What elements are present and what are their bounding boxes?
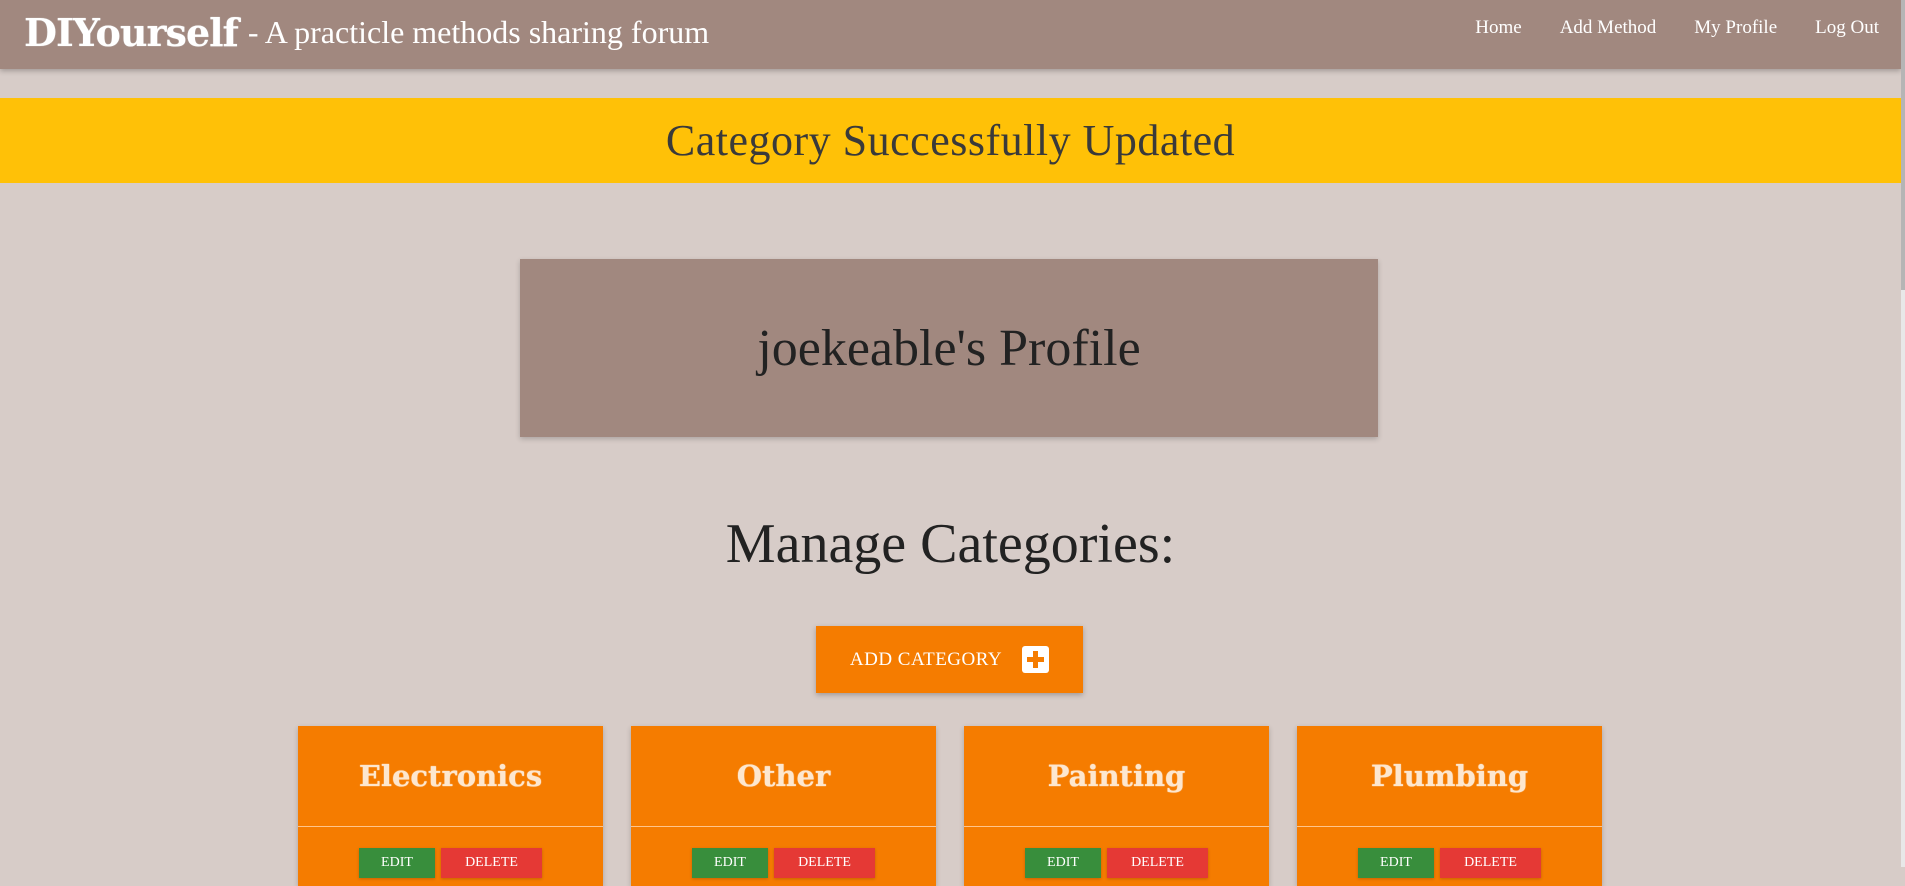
brand-tagline: - A practicle methods sharing forum [247,13,710,50]
manage-categories-heading: Manage Categories: [725,513,1176,575]
category-card: Plumbing EDIT DELETE [1297,726,1602,886]
category-card: Painting EDIT DELETE [964,726,1269,886]
category-card: Electronics EDIT DELETE [298,726,603,886]
scrollbar-thumb[interactable] [1901,0,1905,290]
add-category-label: ADD CATEGORY [849,648,1003,670]
category-card: Other EDIT DELETE [631,726,936,886]
nav-links: Home Add Method My Profile Log Out [1456,16,1879,40]
category-actions: EDIT DELETE [1297,827,1602,878]
category-actions: EDIT DELETE [298,827,603,878]
nav-link-home[interactable]: Home [1456,16,1540,40]
delete-category-button[interactable]: DELETE [1107,848,1208,878]
flash-message-text: Category Successfully Updated [665,116,1236,165]
delete-category-button[interactable]: DELETE [774,848,875,878]
profile-title: joekeable's Profile [757,319,1141,377]
category-name: Plumbing [1370,759,1529,793]
category-actions: EDIT DELETE [631,827,936,878]
category-name: Painting [1047,759,1186,793]
plus-box-icon [1022,646,1050,673]
edit-category-button[interactable]: EDIT [1025,848,1101,878]
edit-category-button[interactable]: EDIT [359,848,435,878]
nav-link-my-profile[interactable]: My Profile [1675,16,1796,40]
delete-category-button[interactable]: DELETE [441,848,542,878]
navbar: DIYourself - A practicle methods sharing… [0,0,1901,69]
brand-logo-text[interactable]: DIYourself [24,10,239,55]
category-name: Other [736,759,831,793]
profile-header-card: joekeable's Profile [520,259,1378,437]
brand[interactable]: DIYourself - A practicle methods sharing… [24,2,709,62]
nav-link-log-out[interactable]: Log Out [1796,16,1879,40]
category-cards: Electronics EDIT DELETE Other EDIT DELET… [298,726,1602,886]
category-name: Electronics [358,759,543,793]
page-scrollbar[interactable] [1901,0,1905,867]
edit-category-button[interactable]: EDIT [692,848,768,878]
delete-category-button[interactable]: DELETE [1440,848,1541,878]
edit-category-button[interactable]: EDIT [1358,848,1434,878]
add-category-button[interactable]: ADD CATEGORY [816,626,1083,693]
category-actions: EDIT DELETE [964,827,1269,878]
flash-message-banner: Category Successfully Updated [0,98,1901,183]
nav-link-add-method[interactable]: Add Method [1541,16,1676,40]
